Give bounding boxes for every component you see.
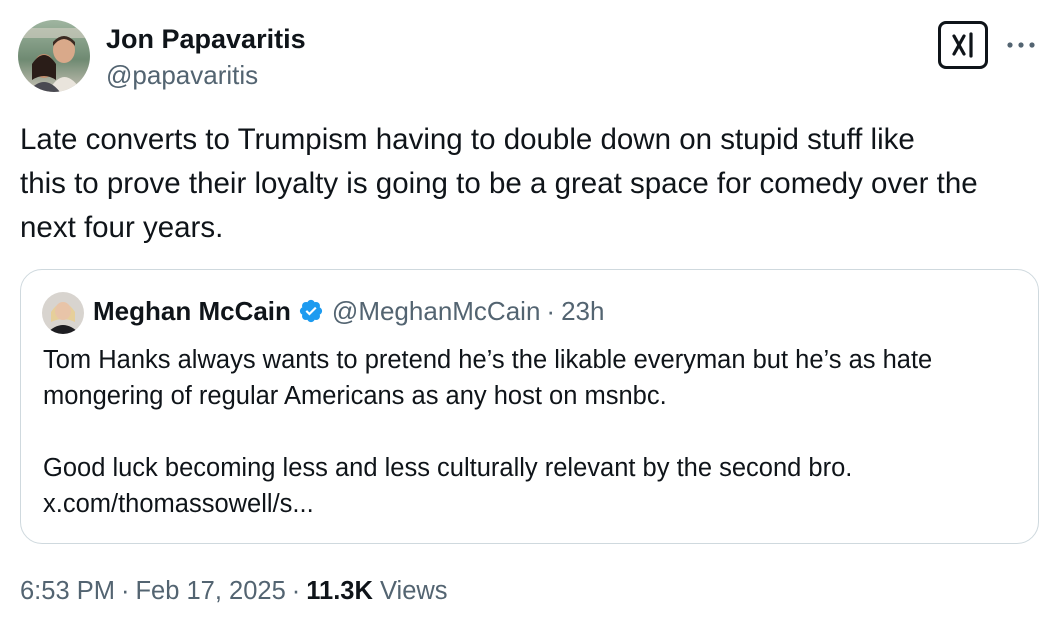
quoted-tweet-header: Meghan McCain @MeghanMcCain · 23h	[93, 294, 604, 328]
more-icon	[1007, 42, 1035, 48]
quoted-tweet-text: Tom Hanks always wants to pretend he’s t…	[43, 342, 1023, 522]
quoted-author-handle[interactable]: @MeghanMcCain	[332, 294, 540, 328]
quoted-author-avatar[interactable]	[42, 292, 84, 334]
author-name[interactable]: Jon Papavaritis	[106, 22, 306, 56]
quoted-link[interactable]: x.com/thomassowell/s...	[43, 486, 1023, 522]
author-avatar[interactable]	[18, 20, 90, 92]
grok-icon	[952, 32, 973, 58]
quoted-text-line: Good luck becoming less and less cultura…	[43, 454, 853, 482]
more-options-button[interactable]	[1004, 30, 1038, 60]
tweet-time[interactable]: 6:53 PM	[20, 577, 115, 605]
verified-badge-icon	[298, 298, 324, 324]
tweet-text-line: next four years.	[20, 211, 224, 244]
quoted-text-line: Tom Hanks always wants to pretend he’s t…	[43, 346, 933, 374]
tweet-meta: 6:53 PM · Feb 17, 2025 · 11.3K Views	[20, 574, 448, 608]
tweet-text-line: this to prove their loyalty is going to …	[20, 167, 978, 200]
separator-dot: ·	[120, 577, 130, 605]
quoted-text-line: mongering of regular Americans as any ho…	[43, 382, 667, 410]
author-handle[interactable]: @papavaritis	[106, 58, 258, 92]
author-avatar-image	[18, 20, 90, 92]
quoted-avatar-image	[42, 292, 84, 334]
quoted-author-name[interactable]: Meghan McCain	[93, 294, 291, 328]
quoted-tweet-card[interactable]: Meghan McCain @MeghanMcCain · 23h Tom Ha…	[20, 269, 1039, 544]
separator-dot: ·	[291, 577, 301, 605]
separator-dot: ·	[546, 296, 556, 326]
quoted-tweet-time[interactable]: 23h	[561, 294, 604, 328]
tweet-text: Late converts to Trumpism having to doub…	[20, 118, 1050, 250]
tweet-date[interactable]: Feb 17, 2025	[135, 577, 285, 605]
views-count: 11.3K	[306, 577, 373, 605]
grok-button[interactable]	[938, 21, 988, 69]
tweet-text-line: Late converts to Trumpism having to doub…	[20, 123, 915, 156]
tweet: Jon Papavaritis @papavaritis Late conver…	[0, 0, 1056, 626]
views-label: Views	[380, 577, 448, 605]
